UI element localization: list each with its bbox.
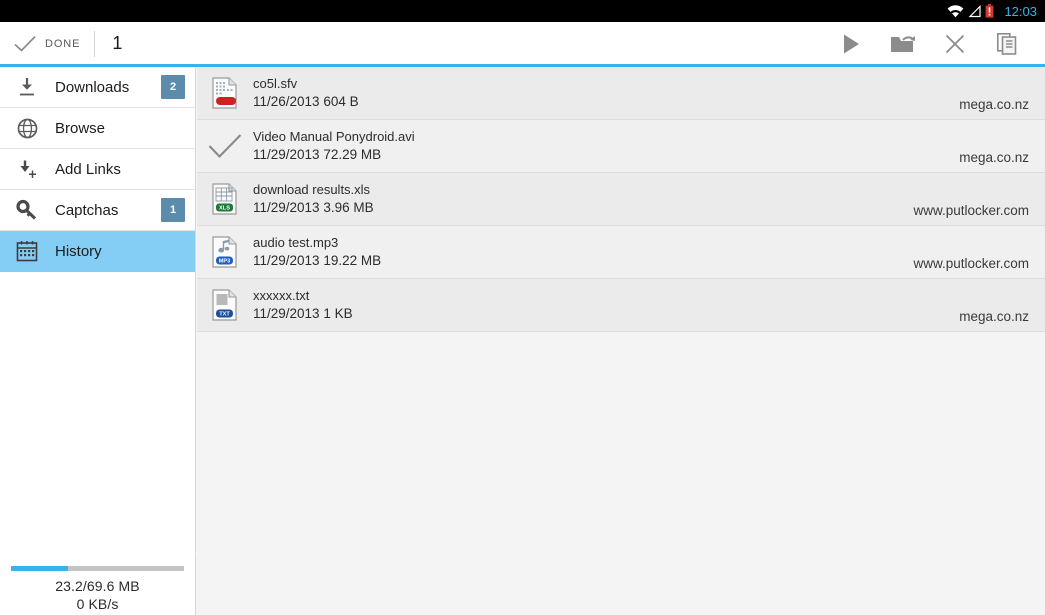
sidebar-label-history: History bbox=[55, 242, 102, 260]
done-label: DONE bbox=[45, 37, 81, 50]
cancel-button[interactable] bbox=[929, 22, 981, 65]
play-icon bbox=[843, 34, 859, 53]
row-text: xxxxxx.txt 11/29/2013 1 KB bbox=[253, 287, 353, 323]
download-icon bbox=[12, 77, 42, 97]
close-icon bbox=[945, 34, 965, 53]
history-calendar-icon bbox=[12, 240, 42, 262]
table-row[interactable]: co5l.sfv 11/26/2013 604 B mega.co.nz bbox=[197, 67, 1045, 120]
speed-label: 0 KB/s bbox=[76, 596, 119, 612]
sidebar-badge-captchas: 1 bbox=[161, 198, 185, 222]
sidebar-item-downloads[interactable]: Downloads 2 bbox=[0, 67, 195, 108]
file-name: audio test.mp3 bbox=[253, 235, 339, 250]
list-empty-area bbox=[197, 332, 1045, 614]
file-meta: 11/29/2013 19.22 MB bbox=[253, 253, 382, 268]
file-host: mega.co.nz bbox=[959, 97, 1029, 112]
file-host: www.putlocker.com bbox=[913, 203, 1029, 218]
file-meta: 11/29/2013 72.29 MB bbox=[253, 147, 382, 162]
copy-button[interactable] bbox=[981, 22, 1033, 65]
file-host: www.putlocker.com bbox=[913, 256, 1029, 271]
sidebar-item-browse[interactable]: Browse bbox=[0, 108, 195, 149]
file-meta: 11/29/2013 1 KB bbox=[253, 306, 353, 321]
sidebar-item-captchas[interactable]: Captchas 1 bbox=[0, 190, 195, 231]
file-mp3-icon: MP3 bbox=[197, 236, 253, 268]
file-host: mega.co.nz bbox=[959, 309, 1029, 324]
key-icon bbox=[12, 199, 42, 221]
action-buttons bbox=[825, 22, 1045, 65]
sidebar-item-history[interactable]: History bbox=[0, 231, 195, 272]
status-bar: 12:03 bbox=[0, 0, 1045, 22]
open-folder-button[interactable] bbox=[877, 22, 929, 65]
history-list[interactable]: co5l.sfv 11/26/2013 604 B mega.co.nz Vid… bbox=[197, 67, 1045, 615]
table-row[interactable]: TXT xxxxxx.txt 11/29/2013 1 KB mega.co.n… bbox=[197, 279, 1045, 332]
app-screen: 12:03 DONE 1 Downloads 2 Browse Add Link… bbox=[0, 0, 1045, 615]
sidebar-label-add-links: Add Links bbox=[55, 160, 121, 178]
folder-arrow-icon bbox=[891, 35, 915, 52]
file-txt-icon: TXT bbox=[197, 289, 253, 321]
file-name: co5l.sfv bbox=[253, 76, 298, 91]
globe-icon bbox=[12, 118, 42, 139]
file-name: download results.xls bbox=[253, 182, 371, 197]
row-text: audio test.mp3 11/29/2013 19.22 MB bbox=[253, 234, 381, 270]
wifi-icon bbox=[948, 4, 964, 17]
table-row[interactable]: XLS download results.xls 11/29/2013 3.96… bbox=[197, 173, 1045, 226]
row-text: download results.xls 11/29/2013 3.96 MB bbox=[253, 181, 374, 217]
file-meta: 11/26/2013 604 B bbox=[253, 94, 359, 109]
sidebar-label-downloads: Downloads bbox=[55, 78, 130, 96]
table-row[interactable]: Video Manual Ponydroid.avi 11/29/2013 72… bbox=[197, 120, 1045, 173]
sidebar: Downloads 2 Browse Add Links Captchas 1 … bbox=[0, 67, 196, 615]
copy-icon bbox=[997, 32, 1017, 55]
sidebar-label-browse: Browse bbox=[55, 119, 106, 137]
done-button[interactable]: DONE bbox=[0, 22, 80, 65]
table-row[interactable]: MP3 audio test.mp3 11/29/2013 19.22 MB w… bbox=[197, 226, 1045, 279]
check-icon bbox=[14, 35, 36, 52]
action-bar: DONE 1 bbox=[0, 22, 1045, 65]
sidebar-badge-downloads: 2 bbox=[161, 75, 185, 99]
status-clock: 12:03 bbox=[1004, 3, 1037, 19]
start-button[interactable] bbox=[825, 22, 877, 65]
file-sfv-icon bbox=[197, 77, 253, 109]
status-icons: 12:03 bbox=[947, 4, 1037, 19]
check-icon bbox=[197, 133, 253, 159]
file-name: xxxxxx.txt bbox=[253, 288, 310, 303]
row-text: co5l.sfv 11/26/2013 604 B bbox=[253, 75, 359, 111]
signal-icon bbox=[969, 4, 982, 17]
file-host: mega.co.nz bbox=[959, 150, 1029, 165]
sidebar-item-add-links[interactable]: Add Links bbox=[0, 149, 195, 190]
transferred-label: 23.2/69.6 MB bbox=[55, 578, 140, 594]
action-bar-divider bbox=[94, 30, 96, 57]
sidebar-label-captchas: Captchas bbox=[55, 201, 119, 219]
global-progress-fill bbox=[11, 566, 69, 571]
row-text: Video Manual Ponydroid.avi 11/29/2013 72… bbox=[253, 128, 415, 164]
file-xls-icon: XLS bbox=[197, 183, 253, 215]
battery-icon bbox=[986, 4, 994, 18]
file-meta: 11/29/2013 3.96 MB bbox=[253, 200, 374, 215]
svg-text:XLS: XLS bbox=[219, 206, 230, 212]
file-name: Video Manual Ponydroid.avi bbox=[253, 129, 415, 144]
svg-text:MP3: MP3 bbox=[219, 259, 231, 265]
svg-text:TXT: TXT bbox=[219, 312, 230, 318]
selection-count: 1 bbox=[112, 33, 123, 53]
global-progress-footer: 23.2/69.6 MB 0 KB/s bbox=[0, 553, 196, 615]
global-progress-bar bbox=[11, 566, 184, 571]
add-link-icon bbox=[12, 159, 42, 180]
